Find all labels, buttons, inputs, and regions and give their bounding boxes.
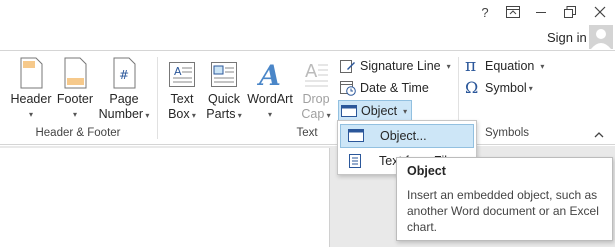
sign-in-link[interactable]: Sign in <box>547 30 587 45</box>
group-label-header-footer: Header & Footer <box>35 127 121 139</box>
header-label: Header <box>10 92 52 106</box>
ribbon-display-options-icon <box>506 6 520 18</box>
chevron-down-icon: ▾ <box>267 110 272 119</box>
page-number-button[interactable]: # Page Number ▾ <box>96 53 152 123</box>
text-file-icon <box>347 154 363 168</box>
date-time-button[interactable]: Date & Time <box>340 78 429 98</box>
date-time-label: Date & Time <box>360 81 429 95</box>
chevron-up-icon <box>594 132 604 138</box>
minimize-icon <box>536 12 546 13</box>
menu-item-label: Object... <box>380 129 427 143</box>
minimize-button[interactable] <box>526 0 556 24</box>
header-icon <box>17 57 45 89</box>
chevron-down-icon: ▾ <box>446 61 451 71</box>
object-label: Object <box>361 104 398 118</box>
drop-cap-button[interactable]: A Drop Cap ▾ <box>296 53 336 123</box>
ribbon-display-options-button[interactable] <box>498 0 528 24</box>
page-number-label-line1: Page <box>109 92 139 106</box>
symbol-label: Symbol <box>485 81 527 95</box>
svg-text:A: A <box>174 65 182 78</box>
close-button[interactable] <box>585 0 615 24</box>
footer-label: Footer <box>56 92 94 106</box>
user-avatar-icon <box>591 29 611 49</box>
tooltip-description: Insert an embedded object, such as anoth… <box>407 188 599 234</box>
chevron-down-icon: ▾ <box>324 111 331 120</box>
restore-button[interactable] <box>555 0 585 24</box>
footer-button[interactable]: Footer ▾ <box>54 53 96 122</box>
restore-icon <box>564 6 576 18</box>
wordart-button[interactable]: A WordArt ▾ <box>245 53 295 122</box>
signature-line-icon <box>340 58 356 74</box>
text-box-button[interactable]: A Text Box ▾ <box>162 53 202 123</box>
chevron-down-icon: ▾ <box>72 110 77 119</box>
chevron-down-icon: ▾ <box>235 111 242 120</box>
drop-cap-label-line2: Cap ▾ <box>301 107 331 121</box>
object-icon <box>348 129 364 143</box>
symbol-button[interactable]: Ω Symbol ▾ <box>465 78 533 98</box>
group-label-text: Text <box>296 127 318 139</box>
page-number-label-line2: Number ▾ <box>98 107 150 121</box>
group-separator <box>157 57 158 139</box>
tooltip-title: Object <box>407 164 446 178</box>
wordart-icon: A <box>256 57 284 92</box>
quick-parts-label-line1: Quick <box>208 92 240 106</box>
chevron-down-icon: ▾ <box>403 106 408 116</box>
text-box-icon: A <box>168 57 196 89</box>
object-button[interactable]: Object ▾ <box>338 100 413 122</box>
pi-icon: π <box>465 56 477 76</box>
chevron-down-icon: ▾ <box>189 111 196 120</box>
chevron-down-icon: ▾ <box>143 111 150 120</box>
omega-icon: Ω <box>465 78 479 97</box>
ribbon-insert: Header ▾ Footer ▾ # Page Number ▾ Header… <box>0 50 615 145</box>
object-tooltip: Object Insert an embedded object, such a… <box>396 157 613 241</box>
equation-label: Equation <box>485 59 535 73</box>
text-box-label-line1: Text <box>170 92 194 106</box>
wordart-label: WordArt <box>247 92 293 106</box>
text-box-label-line2: Box ▾ <box>168 107 196 121</box>
avatar[interactable] <box>589 25 613 49</box>
footer-icon <box>61 57 89 89</box>
quick-parts-label-line2: Parts ▾ <box>206 107 242 121</box>
svg-text:#: # <box>119 68 129 82</box>
quick-parts-button[interactable]: Quick Parts ▾ <box>204 53 244 123</box>
page-number-icon: # <box>110 57 138 89</box>
drop-cap-label-line1: Drop <box>302 92 330 106</box>
chevron-down-icon: ▾ <box>28 110 33 119</box>
svg-text:A: A <box>256 59 281 89</box>
document-page[interactable] <box>0 148 330 247</box>
drop-cap-icon: A <box>302 57 330 89</box>
date-time-icon <box>340 80 356 96</box>
svg-text:A: A <box>305 61 318 82</box>
close-icon <box>594 6 606 18</box>
help-button[interactable]: ? <box>470 0 500 24</box>
quick-parts-icon <box>210 57 238 89</box>
chevron-down-icon: ▾ <box>540 61 545 71</box>
signature-line-label: Signature Line <box>360 59 441 73</box>
header-button[interactable]: Header ▾ <box>8 53 54 122</box>
object-icon <box>341 103 357 119</box>
menu-item-object[interactable]: Object... <box>340 124 474 148</box>
signature-line-button[interactable]: Signature Line ▾ <box>340 56 451 76</box>
equation-button[interactable]: π Equation ▾ <box>465 56 544 76</box>
collapse-ribbon-button[interactable] <box>593 129 607 141</box>
chevron-down-icon: ▾ <box>528 83 533 93</box>
